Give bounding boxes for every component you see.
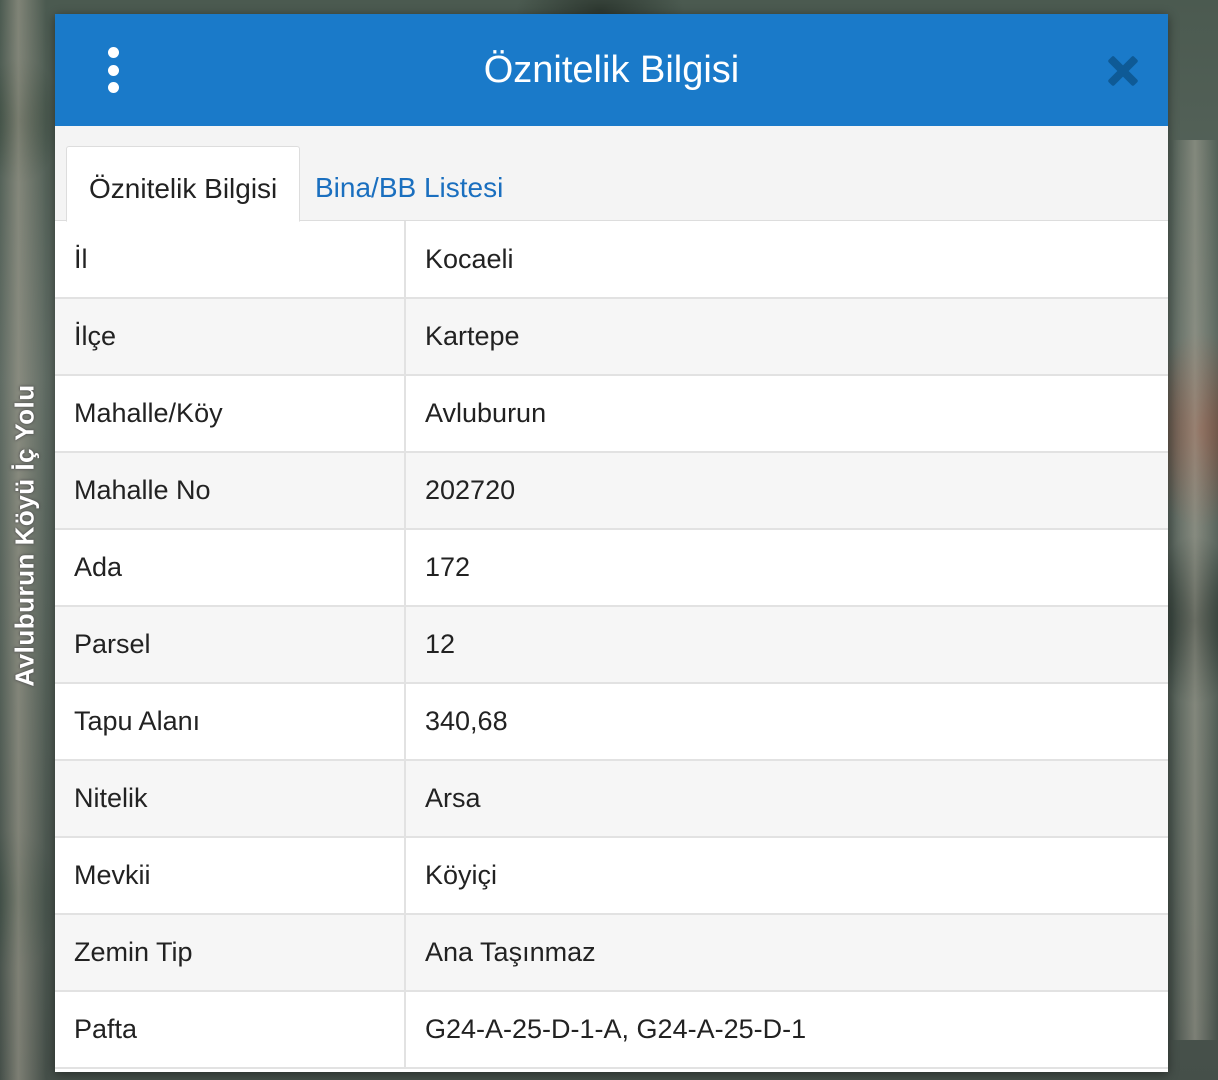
attribute-label: Nitelik [55, 760, 406, 838]
attribute-value: 172 [405, 529, 1168, 607]
attribute-label: İl [55, 221, 406, 299]
map-road-label: Avluburun Köyü İç Yolu [9, 384, 40, 687]
dialog-header: Öznitelik Bilgisi [55, 14, 1168, 126]
attribute-label: Zemin Tip [55, 914, 406, 992]
table-row: Tapu Alanı 340,68 [55, 683, 1168, 761]
attribute-value: 340,68 [405, 683, 1168, 761]
table-row: Pafta G24-A-25-D-1-A, G24-A-25-D-1 [55, 991, 1168, 1069]
attribute-value: Kocaeli [405, 221, 1168, 299]
table-row: İlçe Kartepe [55, 298, 1168, 376]
tab-bar: Öznitelik Bilgisi Bina/BB Listesi [55, 126, 1168, 222]
attribute-label: Ada [55, 529, 406, 607]
table-row: İl Kocaeli [55, 221, 1168, 299]
attribute-label: Mahalle No [55, 452, 406, 530]
attribute-label: Tapu Alanı [55, 683, 406, 761]
tab-attribute-info[interactable]: Öznitelik Bilgisi [66, 146, 301, 222]
attribute-value: G24-A-25-D-1-A, G24-A-25-D-1 [405, 991, 1168, 1069]
attribute-info-dialog: Öznitelik Bilgisi Öznitelik Bilgisi Bina… [55, 14, 1168, 1072]
close-icon[interactable] [1105, 52, 1141, 88]
dialog-title: Öznitelik Bilgisi [483, 49, 740, 91]
attribute-table: İl Kocaeli İlçe Kartepe Mahalle/Köy Avlu… [55, 221, 1168, 1069]
table-row: Nitelik Arsa [55, 760, 1168, 838]
attribute-label: İlçe [55, 298, 406, 376]
table-row: Mevkii Köyiçi [55, 837, 1168, 915]
table-row: Mahalle/Köy Avluburun [55, 375, 1168, 453]
attribute-value: Arsa [405, 760, 1168, 838]
attribute-value: 202720 [405, 452, 1168, 530]
map-road-right [1172, 140, 1218, 1040]
table-row: Parsel 12 [55, 606, 1168, 684]
attribute-value: 12 [405, 606, 1168, 684]
attribute-label: Parsel [55, 606, 406, 684]
table-row: Zemin Tip Ana Taşınmaz [55, 914, 1168, 992]
table-row: Mahalle No 202720 [55, 452, 1168, 530]
attribute-label: Pafta [55, 991, 406, 1069]
attribute-value: Ana Taşınmaz [405, 914, 1168, 992]
table-row: Ada 172 [55, 529, 1168, 607]
attribute-label: Mevkii [55, 837, 406, 915]
attribute-label: Mahalle/Köy [55, 375, 406, 453]
attribute-value: Avluburun [405, 375, 1168, 453]
tab-building-list[interactable]: Bina/BB Listesi [293, 146, 525, 221]
attribute-value: Kartepe [405, 298, 1168, 376]
attribute-value: Köyiçi [405, 837, 1168, 915]
